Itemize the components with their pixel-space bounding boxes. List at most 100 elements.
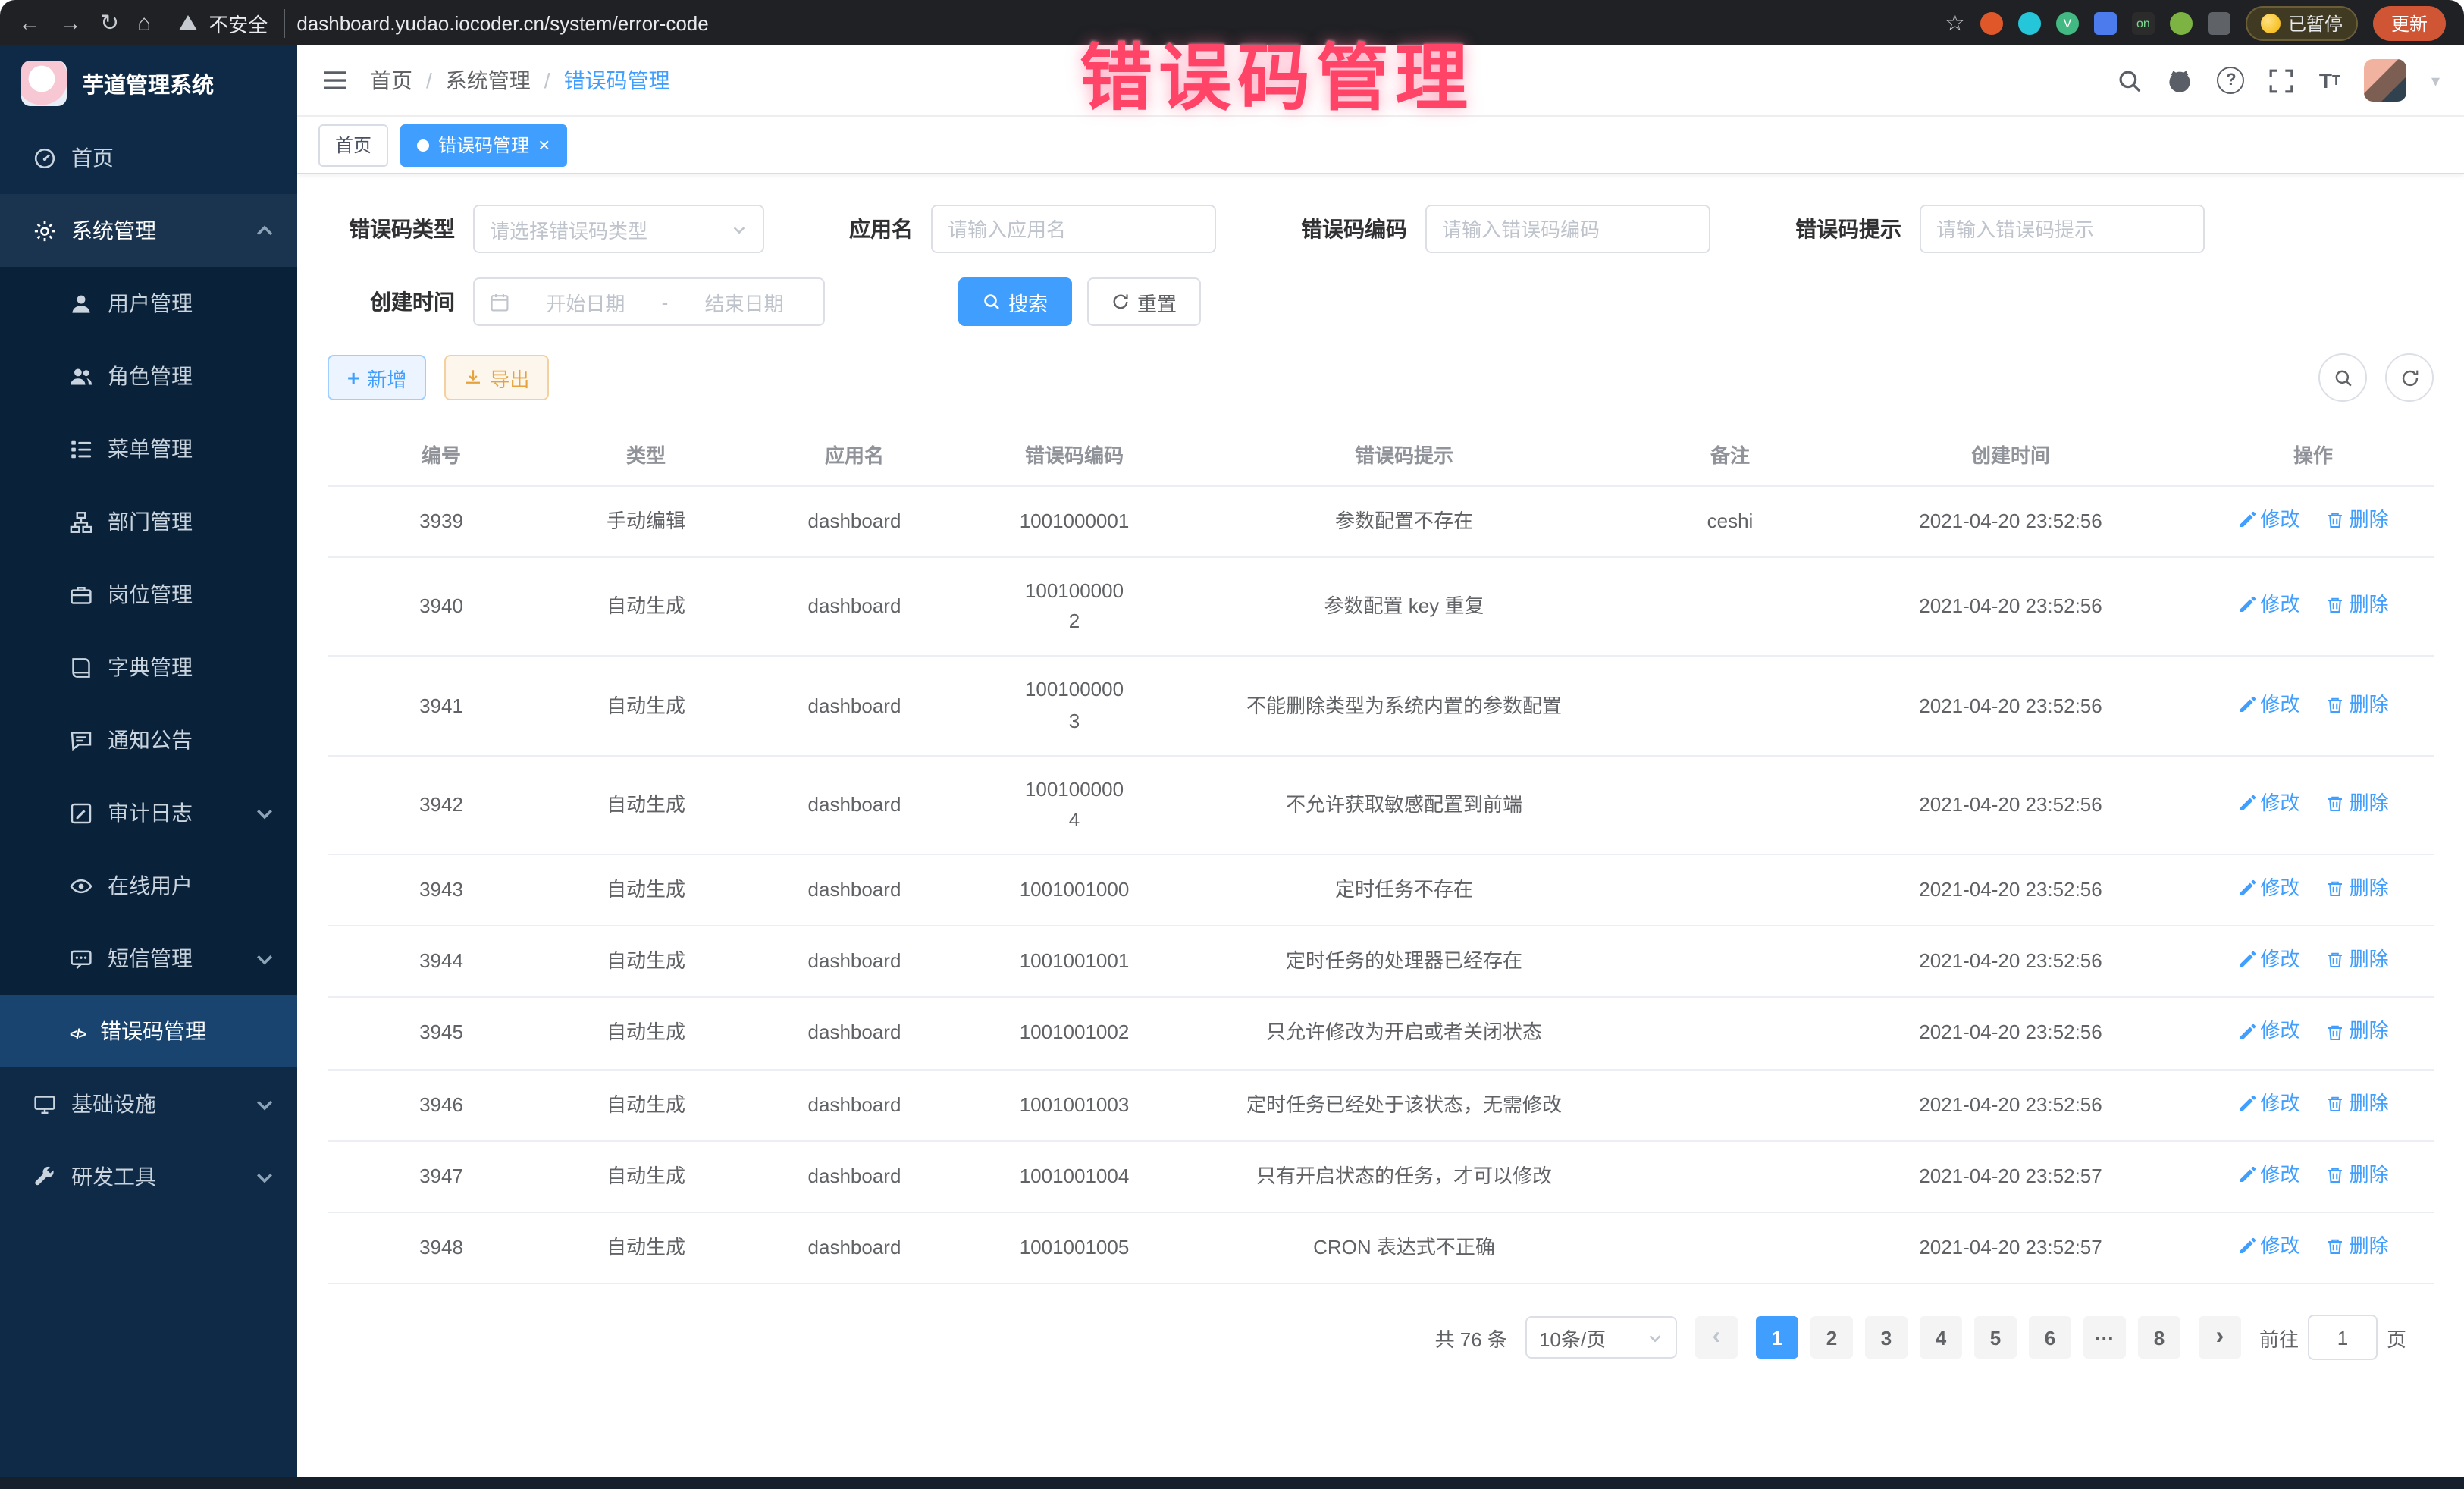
add-button[interactable]: 新增 bbox=[328, 355, 426, 400]
help-icon[interactable]: ? bbox=[2218, 67, 2245, 94]
extension-icon-blue-grid[interactable] bbox=[2094, 11, 2117, 34]
sidebar-item-announcements[interactable]: 通知公告 bbox=[0, 704, 297, 776]
edit-link[interactable]: 修改 bbox=[2237, 873, 2299, 904]
edit-link[interactable]: 修改 bbox=[2237, 1160, 2299, 1190]
extension-icon-green[interactable] bbox=[2170, 11, 2193, 34]
delete-link[interactable]: 删除 bbox=[2327, 1231, 2389, 1262]
page-number-button[interactable]: 2 bbox=[1810, 1317, 1853, 1359]
fullscreen-icon[interactable] bbox=[2269, 67, 2295, 93]
delete-link[interactable]: 删除 bbox=[2327, 1017, 2389, 1047]
extension-icon-onepassword[interactable]: on bbox=[2132, 11, 2155, 34]
page-number-button[interactable]: ··· bbox=[2083, 1317, 2126, 1359]
sidebar-item-menus[interactable]: 菜单管理 bbox=[0, 412, 297, 485]
toggle-search-button[interactable] bbox=[2318, 353, 2367, 402]
next-page-button[interactable] bbox=[2199, 1317, 2241, 1359]
search-button[interactable]: 搜索 bbox=[958, 277, 1072, 326]
table-row[interactable]: 3943 自动生成 dashboard 1001001000 定时任务不存在 2… bbox=[328, 854, 2434, 926]
edit-link[interactable]: 修改 bbox=[2237, 945, 2299, 976]
table-row[interactable]: 3939 手动编辑 dashboard 1001000001 参数配置不存在 c… bbox=[328, 486, 2434, 557]
tab-error-code[interactable]: 错误码管理 bbox=[400, 124, 566, 166]
edit-link[interactable]: 修改 bbox=[2237, 1088, 2299, 1118]
back-button[interactable]: ← bbox=[18, 11, 41, 34]
goto-page-input[interactable] bbox=[2308, 1315, 2378, 1361]
sms-icon bbox=[70, 947, 92, 970]
delete-link[interactable]: 删除 bbox=[2327, 505, 2389, 535]
delete-link[interactable]: 删除 bbox=[2327, 590, 2389, 620]
table-row[interactable]: 3944 自动生成 dashboard 1001001001 定时任务的处理器已… bbox=[328, 926, 2434, 998]
sidebar-item-positions[interactable]: 岗位管理 bbox=[0, 558, 297, 631]
close-icon[interactable] bbox=[538, 134, 550, 155]
sidebar-item-infrastructure[interactable]: 基础设施 bbox=[0, 1067, 297, 1140]
error-type-select[interactable]: 请选择错误码类型 bbox=[473, 205, 764, 253]
search-icon[interactable] bbox=[2118, 67, 2143, 93]
hamburger-icon[interactable] bbox=[321, 67, 349, 94]
edit-link[interactable]: 修改 bbox=[2237, 590, 2299, 620]
edit-link[interactable]: 修改 bbox=[2237, 1231, 2299, 1262]
profile-paused-badge[interactable]: 已暂停 bbox=[2246, 5, 2358, 40]
github-icon[interactable] bbox=[2168, 67, 2193, 93]
end-date-placeholder: 结束日期 bbox=[680, 287, 808, 316]
table-row[interactable]: 3945 自动生成 dashboard 1001001002 只允许修改为开启或… bbox=[328, 998, 2434, 1069]
trash-icon bbox=[2327, 597, 2345, 615]
cell-time: 2021-04-20 23:52:56 bbox=[1829, 854, 2193, 926]
delete-link[interactable]: 删除 bbox=[2327, 873, 2389, 904]
sidebar-item-sms[interactable]: 短信管理 bbox=[0, 922, 297, 995]
sidebar-item-online-users[interactable]: 在线用户 bbox=[0, 849, 297, 922]
export-button[interactable]: 导出 bbox=[444, 355, 549, 400]
page-number-button[interactable]: 5 bbox=[1974, 1317, 2017, 1359]
sidebar-item-system[interactable]: 系统管理 bbox=[0, 194, 297, 267]
edit-link[interactable]: 修改 bbox=[2237, 689, 2299, 719]
error-code-input[interactable] bbox=[1427, 206, 1709, 252]
page-number-button[interactable]: 1 bbox=[1756, 1317, 1798, 1359]
sidebar-item-error-code[interactable]: 错误码管理 bbox=[0, 995, 297, 1067]
edit-link[interactable]: 修改 bbox=[2237, 1017, 2299, 1047]
page-number-button[interactable]: 3 bbox=[1865, 1317, 1908, 1359]
breadcrumb-system[interactable]: 系统管理 bbox=[446, 65, 531, 96]
sidebar-item-roles[interactable]: 角色管理 bbox=[0, 340, 297, 412]
breadcrumb-home[interactable]: 首页 bbox=[370, 65, 412, 96]
user-avatar[interactable] bbox=[2365, 59, 2407, 102]
reset-button[interactable]: 重置 bbox=[1087, 277, 1201, 326]
home-button[interactable]: ⌂ bbox=[137, 11, 151, 34]
delete-link[interactable]: 删除 bbox=[2327, 1160, 2389, 1190]
edit-link[interactable]: 修改 bbox=[2237, 788, 2299, 819]
bookmark-star-icon[interactable]: ☆ bbox=[1945, 9, 1965, 36]
table-row[interactable]: 3947 自动生成 dashboard 1001001004 只有开启状态的任务… bbox=[328, 1141, 2434, 1212]
tab-home[interactable]: 首页 bbox=[318, 124, 388, 166]
refresh-table-button[interactable] bbox=[2385, 353, 2434, 402]
reload-button[interactable]: ↻ bbox=[100, 11, 119, 34]
date-range-picker[interactable]: 开始日期 - 结束日期 bbox=[473, 277, 825, 326]
sidebar-item-departments[interactable]: 部门管理 bbox=[0, 485, 297, 558]
delete-link[interactable]: 删除 bbox=[2327, 1088, 2389, 1118]
page-size-select[interactable]: 10条/页 bbox=[1525, 1317, 1677, 1359]
sidebar-item-devtools[interactable]: 研发工具 bbox=[0, 1140, 297, 1213]
sidebar-item-home[interactable]: 首页 bbox=[0, 121, 297, 194]
address-bar[interactable]: 不安全 dashboard.yudao.iocoder.cn/system/er… bbox=[178, 8, 1926, 37]
table-row[interactable]: 3948 自动生成 dashboard 1001001005 CRON 表达式不… bbox=[328, 1212, 2434, 1284]
page-number-button[interactable]: 4 bbox=[1920, 1317, 1962, 1359]
page-number-button[interactable]: 6 bbox=[2029, 1317, 2071, 1359]
extensions-puzzle-icon[interactable] bbox=[2208, 11, 2230, 34]
sidebar-item-dictionary[interactable]: 字典管理 bbox=[0, 631, 297, 704]
table-row[interactable]: 3946 自动生成 dashboard 1001001003 定时任务已经处于该… bbox=[328, 1069, 2434, 1140]
table-row[interactable]: 3940 自动生成 dashboard 100100000 2 参数配置 key… bbox=[328, 557, 2434, 657]
font-size-icon[interactable]: TT bbox=[2319, 68, 2340, 92]
extension-icon-vue[interactable]: V bbox=[2056, 11, 2079, 34]
forward-button[interactable]: → bbox=[59, 11, 82, 34]
sidebar-item-users[interactable]: 用户管理 bbox=[0, 267, 297, 340]
extension-icon-teal[interactable] bbox=[2018, 11, 2041, 34]
prev-page-button[interactable] bbox=[1695, 1317, 1738, 1359]
caret-down-icon[interactable] bbox=[2431, 67, 2440, 94]
delete-link[interactable]: 删除 bbox=[2327, 788, 2389, 819]
table-row[interactable]: 3941 自动生成 dashboard 100100000 3 不能删除类型为系… bbox=[328, 657, 2434, 756]
sidebar-item-audit-logs[interactable]: 审计日志 bbox=[0, 776, 297, 849]
delete-link[interactable]: 删除 bbox=[2327, 689, 2389, 719]
extension-icon-orange[interactable] bbox=[1980, 11, 2003, 34]
edit-link[interactable]: 修改 bbox=[2237, 505, 2299, 535]
browser-update-button[interactable]: 更新 bbox=[2373, 5, 2446, 40]
page-number-button[interactable]: 8 bbox=[2138, 1317, 2180, 1359]
app-name-input[interactable] bbox=[933, 206, 1215, 252]
delete-link[interactable]: 删除 bbox=[2327, 945, 2389, 976]
error-msg-input[interactable] bbox=[1921, 206, 2203, 252]
table-row[interactable]: 3942 自动生成 dashboard 100100000 4 不允许获取敏感配… bbox=[328, 756, 2434, 855]
